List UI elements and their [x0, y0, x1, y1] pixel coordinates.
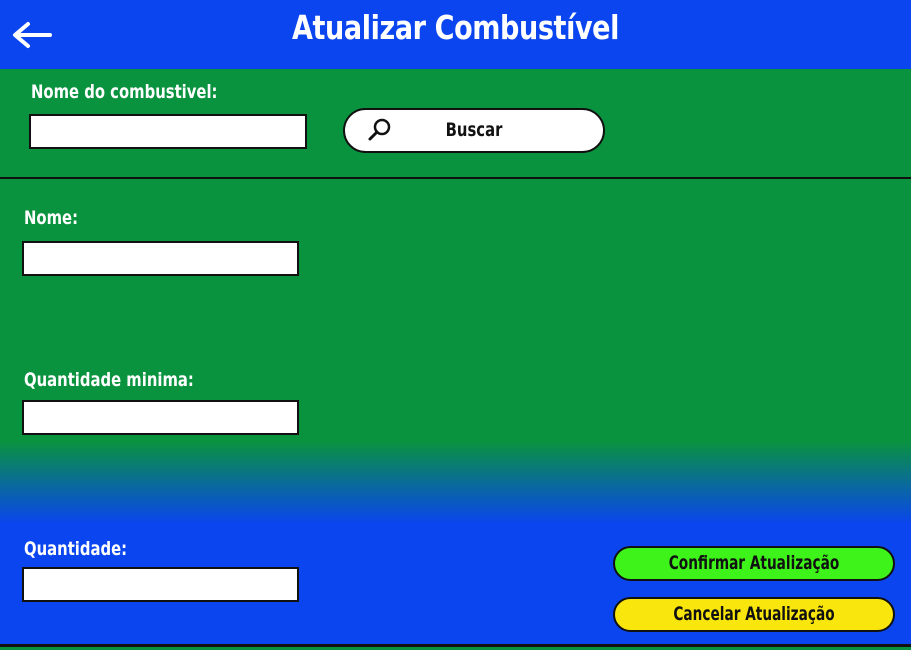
update-form: Nome: Quantidade minima: Quantidade: Con…: [0, 179, 911, 647]
arrow-left-icon: [13, 22, 52, 48]
cancel-update-label: Cancelar Atualização: [673, 603, 835, 625]
header-bar: Atualizar Combustível: [0, 0, 911, 69]
fuel-search-input[interactable]: [29, 114, 307, 149]
search-panel: Nome do combustivel: Buscar: [0, 69, 911, 179]
name-label: Nome:: [24, 207, 79, 229]
confirm-update-label: Confirmar Atualização: [668, 552, 840, 574]
back-button[interactable]: [8, 14, 56, 54]
quantity-label: Quantidade:: [24, 538, 128, 560]
min-quantity-label: Quantidade minima:: [24, 369, 194, 391]
cancel-update-button[interactable]: Cancelar Atualização: [613, 597, 895, 632]
name-input[interactable]: [22, 241, 299, 276]
page-title: Atualizar Combustível: [291, 8, 619, 47]
confirm-update-button[interactable]: Confirmar Atualização: [613, 546, 895, 581]
search-button-label: Buscar: [445, 119, 503, 141]
search-button[interactable]: Buscar: [343, 108, 605, 153]
quantity-input[interactable]: [22, 567, 299, 602]
min-quantity-input[interactable]: [22, 400, 299, 435]
search-field-label: Nome do combustivel:: [31, 81, 218, 103]
